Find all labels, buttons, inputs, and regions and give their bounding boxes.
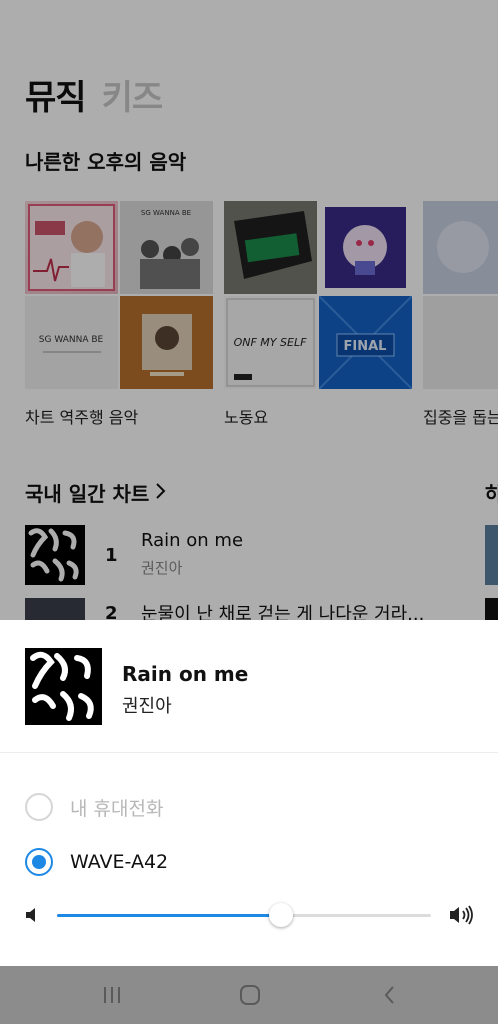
home-icon[interactable] <box>238 983 262 1007</box>
device-label: WAVE-A42 <box>70 851 169 873</box>
volume-slider-fill <box>57 914 282 917</box>
now-playing-title: Rain on me <box>122 662 249 686</box>
device-option-wave-a42[interactable]: WAVE-A42 <box>25 848 168 876</box>
back-icon[interactable] <box>378 983 402 1007</box>
now-playing-album-art <box>25 648 102 725</box>
volume-control <box>25 900 475 930</box>
radio-unselected[interactable] <box>25 793 53 821</box>
volume-slider[interactable] <box>57 903 431 927</box>
volume-high-icon <box>449 905 475 929</box>
recent-apps-icon[interactable] <box>100 983 124 1007</box>
volume-low-icon <box>25 907 39 927</box>
dim-overlay[interactable] <box>0 0 498 620</box>
device-option-phone[interactable]: 내 휴대전화 <box>25 793 163 821</box>
device-label: 내 휴대전화 <box>70 797 164 820</box>
system-nav-bar <box>0 966 498 1024</box>
volume-slider-thumb[interactable] <box>269 903 294 927</box>
now-playing-artist: 권진아 <box>122 696 172 717</box>
divider <box>0 752 498 753</box>
radio-selected[interactable] <box>25 848 53 876</box>
cast-device-sheet: Rain on me 권진아 내 휴대전화 WAVE-A42 <box>0 620 498 966</box>
